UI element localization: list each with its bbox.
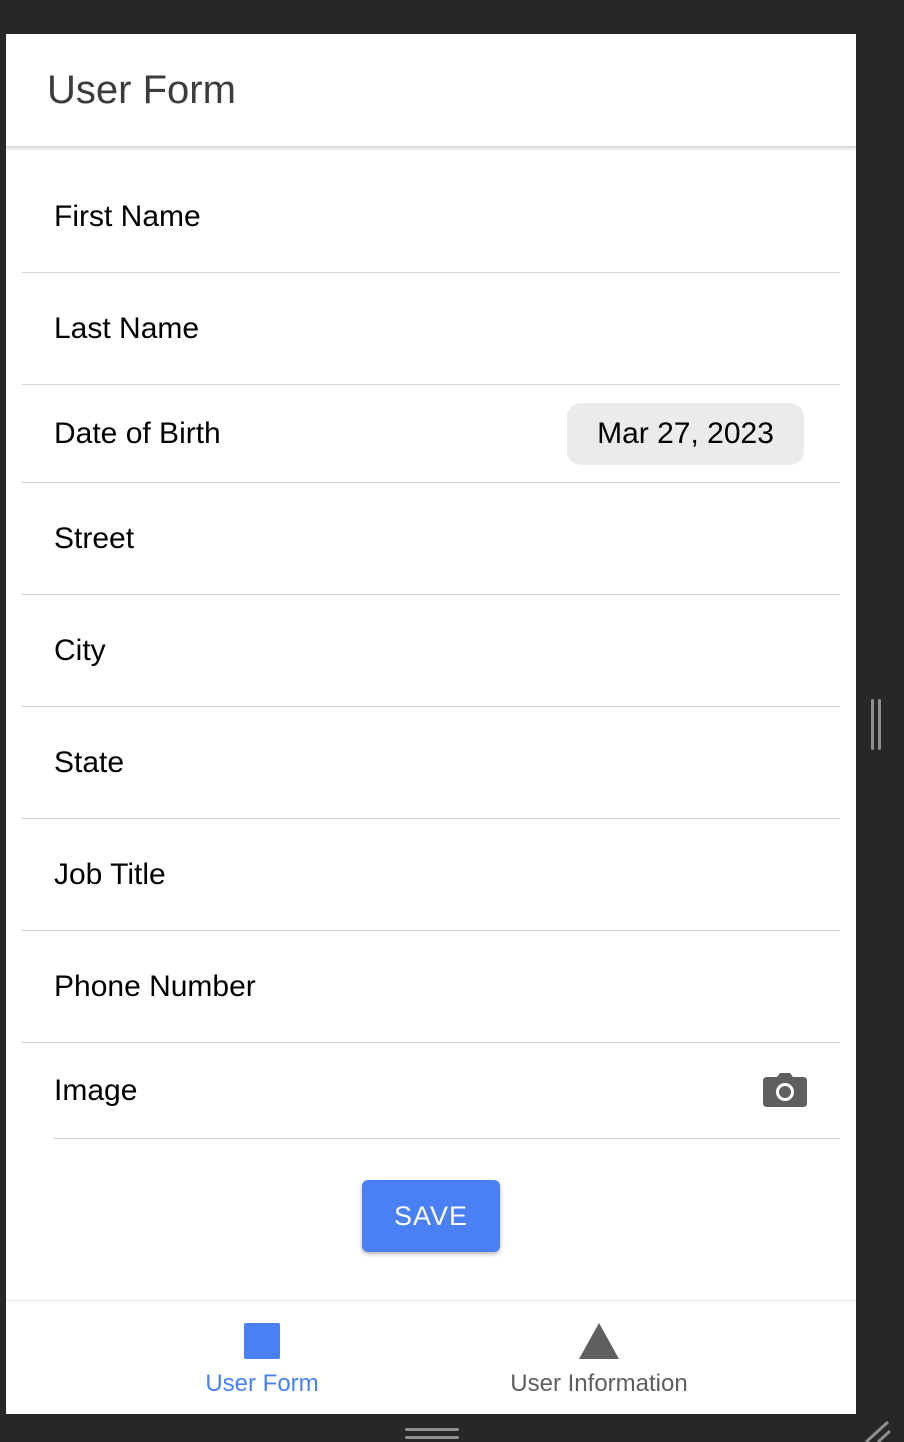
state-label: State xyxy=(54,746,125,779)
date-of-birth-label: Date of Birth xyxy=(54,417,221,450)
first-name-label: First Name xyxy=(54,200,201,233)
camera-icon[interactable] xyxy=(763,1073,807,1107)
first-name-field[interactable]: First Name xyxy=(22,147,840,273)
square-icon xyxy=(244,1323,280,1359)
last-name-field[interactable]: Last Name xyxy=(22,273,840,385)
triangle-icon xyxy=(579,1323,619,1359)
date-picker-button[interactable]: Mar 27, 2023 xyxy=(567,403,804,465)
resize-corner-icon[interactable] xyxy=(862,1420,892,1442)
app-window: User Form First Name Last Name Date of B… xyxy=(6,34,856,1414)
phone-number-field[interactable]: Phone Number xyxy=(22,931,840,1043)
bottom-tab-bar: User Form User Information xyxy=(6,1300,856,1414)
city-field[interactable]: City xyxy=(22,595,840,707)
last-name-label: Last Name xyxy=(54,312,200,345)
tab-user-information[interactable]: User Information xyxy=(488,1301,710,1414)
tab-user-form-label: User Form xyxy=(205,1370,319,1397)
city-label: City xyxy=(54,634,106,667)
app-header: User Form xyxy=(6,34,856,147)
bottom-resize-handle[interactable] xyxy=(405,1428,459,1442)
tab-user-information-label: User Information xyxy=(510,1370,688,1397)
state-field[interactable]: State xyxy=(22,707,840,819)
image-row: Image xyxy=(54,1043,840,1139)
job-title-label: Job Title xyxy=(54,858,166,891)
street-field[interactable]: Street xyxy=(22,483,840,595)
page-title: User Form xyxy=(47,68,236,112)
save-button[interactable]: SAVE xyxy=(362,1180,500,1252)
street-label: Street xyxy=(54,522,135,555)
image-label: Image xyxy=(54,1074,138,1107)
tab-user-form[interactable]: User Form xyxy=(182,1301,342,1414)
side-resize-handle[interactable] xyxy=(871,699,882,750)
date-of-birth-row: Date of Birth Mar 27, 2023 xyxy=(22,385,840,483)
phone-number-label: Phone Number xyxy=(54,970,256,1003)
job-title-field[interactable]: Job Title xyxy=(22,819,840,931)
